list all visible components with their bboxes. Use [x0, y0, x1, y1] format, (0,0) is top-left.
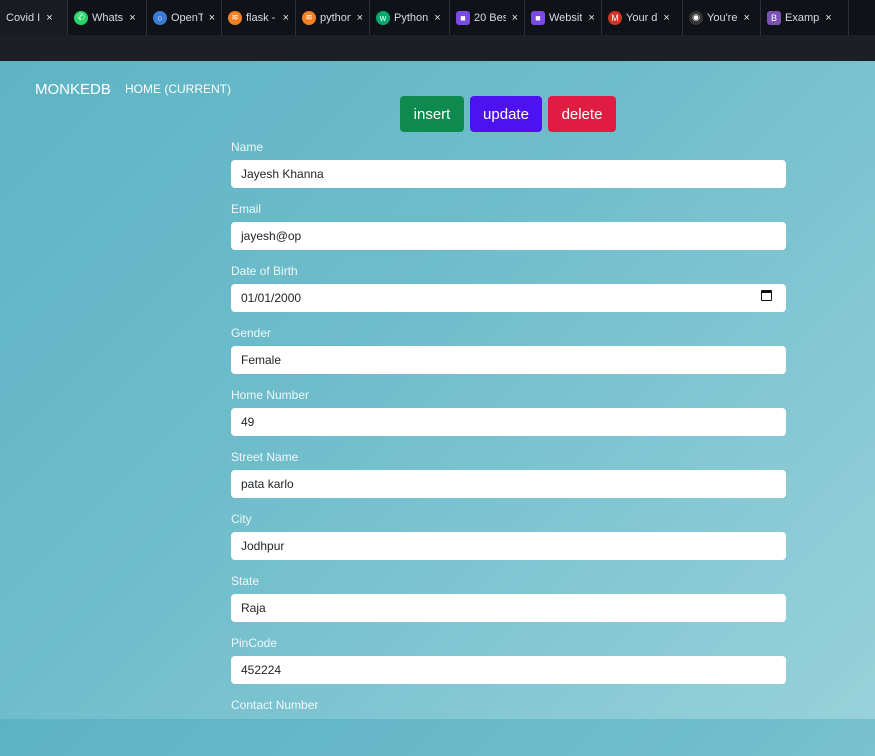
delete-button[interactable]: delete	[548, 96, 616, 132]
square-icon: ■	[456, 10, 470, 25]
close-icon[interactable]: ×	[588, 12, 594, 24]
field-dob: Date of Birth 01/01/2000	[231, 260, 786, 322]
browser-tab[interactable]: ■ 20 Best ×	[450, 0, 525, 35]
browser-tab[interactable]: ≋ python ×	[296, 0, 370, 35]
tab-title: flask - l	[246, 11, 277, 24]
close-icon[interactable]: ×	[46, 12, 52, 24]
email-label: Email	[231, 202, 262, 216]
name-input[interactable]: Jayesh Khanna	[231, 160, 786, 188]
state-label: State	[231, 574, 260, 588]
email-input[interactable]: jayesh@op	[231, 222, 786, 250]
field-city: City Jodhpur	[231, 508, 786, 570]
tab-title: Websit	[549, 11, 583, 24]
close-icon[interactable]: ×	[209, 12, 215, 24]
update-button[interactable]: update	[470, 96, 542, 132]
calendar-icon[interactable]	[761, 290, 772, 301]
browser-tab[interactable]: ◉ You're ×	[683, 0, 761, 35]
field-contact-number: Contact Number	[231, 694, 786, 756]
browser-tab[interactable]: Covid I ×	[0, 0, 68, 35]
gender-input[interactable]: Female	[231, 346, 786, 374]
city-input[interactable]: Jodhpur	[231, 532, 786, 560]
browser-toolbar-strip	[0, 35, 875, 61]
tab-title: 20 Best	[474, 11, 506, 24]
close-icon[interactable]: ×	[283, 12, 289, 24]
field-gender: Gender Female	[231, 322, 786, 384]
bootstrap-icon: B	[767, 10, 781, 25]
home-number-label: Home Number	[231, 388, 310, 402]
pincode-input[interactable]: 452224	[231, 656, 786, 684]
browser-tab[interactable]: ≋ flask - l ×	[222, 0, 296, 35]
tab-title: Covid I	[6, 11, 41, 24]
dob-value: 01/01/2000	[241, 291, 302, 305]
insert-button[interactable]: insert	[400, 96, 464, 132]
close-icon[interactable]: ×	[357, 12, 363, 24]
tab-title: OpenT	[171, 11, 203, 24]
browser-tab[interactable]: ○ OpenT ×	[147, 0, 222, 35]
browser-tab[interactable]: B Examp ×	[761, 0, 849, 35]
tab-title: You're	[707, 11, 738, 24]
browser-tab[interactable]: ✆ Whats ×	[68, 0, 147, 35]
street-name-label: Street Name	[231, 450, 299, 464]
home-number-input[interactable]: 49	[231, 408, 786, 436]
field-home-number: Home Number 49	[231, 384, 786, 446]
w3-icon: w	[376, 10, 390, 25]
name-label: Name	[231, 140, 264, 154]
city-label: City	[231, 512, 252, 526]
stackoverflow-icon: ≋	[228, 10, 242, 25]
close-icon[interactable]: ×	[743, 12, 749, 24]
gmail-icon: M	[608, 10, 622, 25]
record-form: Name Jayesh Khanna Email jayesh@op Date …	[231, 136, 786, 756]
field-pincode: PinCode 452224	[231, 632, 786, 694]
close-icon[interactable]: ×	[434, 12, 440, 24]
close-icon[interactable]: ×	[512, 12, 518, 24]
tab-title: Whats	[92, 11, 124, 24]
tab-title: Python	[394, 11, 429, 24]
gender-label: Gender	[231, 326, 272, 340]
tab-title: Your d	[626, 11, 658, 24]
browser-tab-bar: Covid I × ✆ Whats × ○ OpenT × ≋ flask - l × ≋ python…	[0, 0, 875, 35]
tab-title: Examp	[785, 11, 820, 24]
field-email: Email jayesh@op	[231, 198, 786, 260]
close-icon[interactable]: ×	[663, 12, 669, 24]
dob-input[interactable]: 01/01/2000	[231, 284, 786, 312]
stackoverflow-icon: ≋	[302, 10, 316, 25]
brand-link[interactable]: MONKEDB	[35, 81, 111, 98]
nav-home-link[interactable]: HOME (CURRENT)	[125, 82, 231, 96]
close-icon[interactable]: ×	[129, 12, 135, 24]
action-buttons: insert update delete	[400, 96, 616, 132]
browser-tab[interactable]: ■ Websit ×	[525, 0, 602, 35]
square-icon: ■	[531, 10, 545, 25]
circle-icon: ○	[153, 10, 167, 25]
field-state: State Raja	[231, 570, 786, 632]
dob-label: Date of Birth	[231, 264, 298, 278]
browser-tab[interactable]: w Python ×	[370, 0, 450, 35]
whatsapp-icon: ✆	[74, 10, 88, 25]
street-name-input[interactable]: pata karlo	[231, 470, 786, 498]
field-street-name: Street Name pata karlo	[231, 446, 786, 508]
field-name: Name Jayesh Khanna	[231, 136, 786, 198]
tab-title: python	[320, 11, 351, 24]
close-icon[interactable]: ×	[825, 12, 831, 24]
browser-tab[interactable]: M Your d ×	[602, 0, 683, 35]
state-input[interactable]: Raja	[231, 594, 786, 622]
github-icon: ◉	[689, 10, 703, 25]
pincode-label: PinCode	[231, 636, 278, 650]
contact-number-label: Contact Number	[231, 698, 319, 712]
